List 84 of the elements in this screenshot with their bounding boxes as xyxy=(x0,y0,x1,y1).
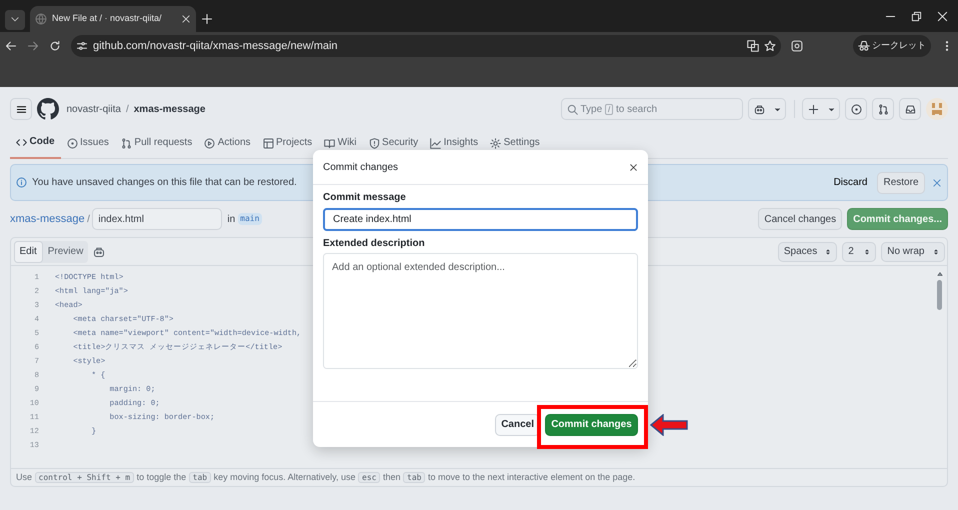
repo-link[interactable]: xmas-message xyxy=(134,102,206,116)
scrollbar-thumb[interactable] xyxy=(937,280,942,310)
tab-list-button[interactable] xyxy=(5,10,25,30)
copilot-icon[interactable] xyxy=(93,246,106,258)
in-label: in xyxy=(227,212,236,226)
browser-tab[interactable]: New File at / · novastr-qiita/ xyxy=(30,6,196,32)
sort-caret-icon xyxy=(864,248,870,256)
graph-icon xyxy=(430,138,442,148)
commit-message-field[interactable]: Create index.html xyxy=(323,208,638,230)
keyboard-hint: Use control + Shift + m to toggle the tab key moving focus. Alternatively, use esc then tab to move to the next interactive element on the page. xyxy=(16,470,636,484)
field-label: Extended description xyxy=(323,236,426,250)
copilot-icon xyxy=(754,104,764,114)
notice-text: You have unsaved changes on this file that can be restored. xyxy=(32,176,298,190)
sort-caret-icon xyxy=(825,248,832,256)
select-field[interactable]: 2 xyxy=(842,242,876,262)
inbox-button[interactable] xyxy=(899,98,921,120)
repo-tab[interactable]: Code xyxy=(10,131,60,159)
globe-icon xyxy=(35,13,47,25)
issue-icon xyxy=(66,138,78,148)
editor-mode-tab[interactable]: Edit xyxy=(14,240,43,262)
repo-tab[interactable]: Pull requests xyxy=(114,131,198,159)
caret-icon xyxy=(774,106,780,112)
close-icon[interactable] xyxy=(629,162,638,172)
repo-tab[interactable]: Insights xyxy=(424,131,484,159)
restore-icon[interactable] xyxy=(911,10,922,22)
sort-caret-icon xyxy=(932,248,938,256)
field-label: Commit message xyxy=(323,191,407,205)
menu-icon xyxy=(16,104,26,114)
logo-icon[interactable] xyxy=(37,98,59,120)
pull-requests-button[interactable] xyxy=(872,98,894,120)
issues-button[interactable] xyxy=(845,98,867,120)
caret-icon xyxy=(828,106,834,112)
reload-icon[interactable] xyxy=(49,40,61,52)
editor-mode-tab[interactable]: Preview xyxy=(42,240,88,262)
code-icon xyxy=(16,136,27,148)
create-new-button[interactable] xyxy=(802,98,840,120)
lens-icon[interactable] xyxy=(791,40,803,52)
filename-field[interactable]: index.html xyxy=(92,208,222,230)
pull-request-icon xyxy=(120,138,132,148)
book-icon xyxy=(324,138,336,148)
back-icon[interactable] xyxy=(5,40,17,52)
translate-icon[interactable] xyxy=(747,40,759,52)
incognito-icon xyxy=(858,40,870,52)
repo-tab[interactable]: Issues xyxy=(60,131,115,159)
owner-link[interactable]: novastr-qiita xyxy=(66,102,121,116)
cancel-button[interactable]: Cancel xyxy=(495,414,540,436)
select-field[interactable]: No wrap xyxy=(881,242,944,262)
repo-link[interactable]: xmas-message xyxy=(10,210,85,228)
select-field[interactable]: Spaces xyxy=(778,242,838,262)
table-icon xyxy=(262,138,274,148)
branch-label[interactable]: main xyxy=(238,213,262,225)
tab-title: New File at / · novastr-qiita/ xyxy=(52,12,163,26)
repo-tab[interactable]: Actions xyxy=(198,131,257,159)
repo-tab[interactable]: Security xyxy=(362,131,424,159)
breadcrumb-separator: / xyxy=(126,102,129,116)
search-icon xyxy=(567,104,578,114)
pointer-arrow xyxy=(650,414,688,436)
cancel-changes-button[interactable]: Cancel changes xyxy=(758,208,842,230)
address-bar[interactable]: github.com/novastr-qiita/xmas-message/new/main xyxy=(71,35,781,57)
restore-button[interactable]: Restore xyxy=(877,172,924,194)
play-icon xyxy=(204,138,216,148)
menu-button[interactable] xyxy=(10,98,32,120)
repo-tab[interactable]: Settings xyxy=(484,131,546,159)
dialog-title: Commit changes xyxy=(323,160,398,174)
plus-icon xyxy=(808,104,818,114)
incognito-button[interactable]: シークレット xyxy=(852,35,931,57)
forward-icon[interactable] xyxy=(27,40,39,52)
issue-icon xyxy=(850,104,862,114)
inbox-icon xyxy=(904,104,916,114)
discard-button[interactable]: Discard xyxy=(828,174,872,191)
star-icon[interactable] xyxy=(764,40,776,52)
info-icon xyxy=(16,177,27,188)
description-field[interactable]: Add an optional extended description... xyxy=(323,253,638,369)
pull-request-icon xyxy=(878,104,888,114)
plus-icon[interactable] xyxy=(201,13,213,25)
url-text: github.com/novastr-qiita/xmas-message/new/main xyxy=(93,38,339,54)
scroll-up-icon[interactable] xyxy=(936,271,942,277)
shield-icon xyxy=(368,138,380,148)
repo-tab[interactable]: Projects xyxy=(256,131,318,159)
path-separator: / xyxy=(87,212,90,226)
repo-tab[interactable]: Wiki xyxy=(318,131,363,159)
copilot-button[interactable] xyxy=(748,98,786,120)
commit-button[interactable]: Commit changes xyxy=(545,414,638,436)
site-settings-icon[interactable] xyxy=(76,40,88,52)
